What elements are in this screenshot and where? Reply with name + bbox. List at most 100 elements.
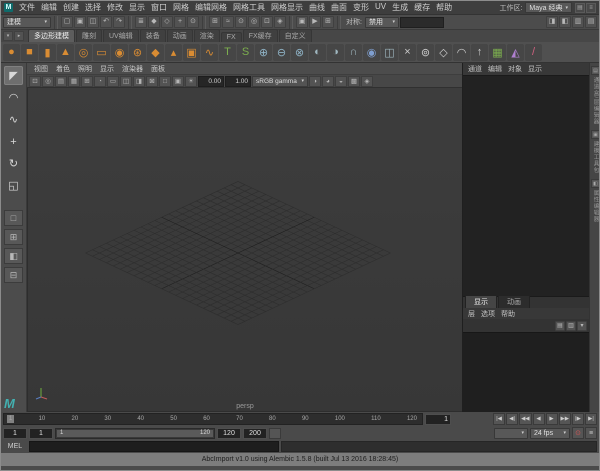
symmetry-selector[interactable]: 禁用 ▾ bbox=[364, 16, 399, 28]
workspace-selector[interactable]: Maya 经典 ▾ bbox=[525, 2, 572, 13]
shelf-separate[interactable]: ⊖ bbox=[273, 43, 290, 61]
current-frame-field[interactable]: 1 bbox=[425, 413, 451, 425]
time-slider[interactable]: 1 10 20 30 40 50 60 70 80 90 100 110 120 bbox=[3, 413, 423, 425]
step-back-frame-button[interactable]: ◀| bbox=[506, 413, 519, 425]
panel-menu-item[interactable]: 照明 bbox=[75, 64, 95, 74]
snap-view-plane-icon[interactable]: ⊡ bbox=[261, 16, 273, 28]
layer-editor-menu-item[interactable]: 层 bbox=[466, 309, 477, 319]
toggle-outliner-icon[interactable]: ▤ bbox=[585, 16, 597, 28]
channel-box-menu-item[interactable]: 通道 bbox=[466, 64, 484, 74]
channel-box-menu-item[interactable]: 编辑 bbox=[486, 64, 504, 74]
shelf-poly-platonic[interactable]: ◆ bbox=[147, 43, 164, 61]
shelf-menu-icon[interactable]: ▾ bbox=[3, 31, 13, 41]
paint-select-tool[interactable]: ∿ bbox=[4, 110, 23, 129]
menu-item[interactable]: 缓存 bbox=[411, 2, 433, 13]
menu-item[interactable]: 修改 bbox=[104, 2, 126, 13]
layer-editor-menu-item[interactable]: 选项 bbox=[479, 309, 497, 319]
menu-item[interactable]: 编辑 bbox=[38, 2, 60, 13]
layer-editor-tab[interactable]: 动画 bbox=[498, 295, 530, 308]
vp-motion-blur-icon[interactable]: ◒ bbox=[335, 75, 347, 87]
shelf-tab[interactable]: 雕刻 bbox=[76, 29, 102, 42]
modeling-toolkit-tab[interactable]: ▣ 建模工具包 bbox=[591, 130, 599, 174]
shelf-tab[interactable]: UV编辑 bbox=[103, 29, 139, 42]
channel-box-tab[interactable]: ▤ 通道盒/层编辑器 bbox=[591, 66, 599, 125]
playback-options-button[interactable] bbox=[269, 427, 281, 439]
layer-list[interactable] bbox=[463, 332, 589, 412]
playback-start-field[interactable]: 1 bbox=[29, 427, 53, 439]
shelf-tab[interactable]: FX bbox=[220, 32, 242, 42]
toggle-channel-box-icon[interactable]: ▥ bbox=[572, 16, 584, 28]
render-settings-icon[interactable]: ⊞ bbox=[322, 16, 334, 28]
view-transform-selector[interactable]: sRGB gamma ▾ bbox=[252, 75, 308, 87]
command-language-label[interactable]: MEL bbox=[3, 443, 27, 450]
vp-resolution-gate-icon[interactable]: ◫ bbox=[120, 75, 132, 87]
menu-set-selector[interactable]: 建模 ▾ bbox=[3, 16, 51, 28]
vp-field-chart-icon[interactable]: ⊠ bbox=[146, 75, 158, 87]
panel-menu-item[interactable]: 显示 bbox=[97, 64, 117, 74]
shelf-bridge[interactable]: ◠ bbox=[453, 43, 470, 61]
workspace-docking-icon[interactable]: ▤ bbox=[575, 2, 585, 13]
vp-bookmark-icon[interactable]: ▤ bbox=[55, 75, 67, 87]
vp-oversampling-icon[interactable]: ◔ bbox=[94, 75, 106, 87]
vp-image-plane-icon[interactable]: ▦ bbox=[68, 75, 80, 87]
shelf-extrude[interactable]: ↑ bbox=[471, 43, 488, 61]
vp-gate-mask-icon[interactable]: ◨ bbox=[133, 75, 145, 87]
shelf-poly-cube[interactable]: ■ bbox=[21, 43, 38, 61]
panel-menu-item[interactable]: 着色 bbox=[53, 64, 73, 74]
layout-persp-outliner-button[interactable]: ◧ bbox=[4, 248, 23, 264]
lasso-select-tool[interactable]: ◠ bbox=[4, 88, 23, 107]
animation-preferences-icon[interactable]: ≡ bbox=[585, 427, 597, 439]
shelf-paint-tool[interactable]: / bbox=[525, 43, 542, 61]
select-mask-points-icon[interactable]: ⊙ bbox=[187, 16, 199, 28]
shelf-boolean-union[interactable]: ◐ bbox=[309, 43, 326, 61]
snap-grid-icon[interactable]: ⊞ bbox=[209, 16, 221, 28]
shelf-poly-pyramid[interactable]: ▴ bbox=[165, 43, 182, 61]
undo-icon[interactable]: ↶ bbox=[100, 16, 112, 28]
panel-menu-item[interactable]: 面板 bbox=[148, 64, 168, 74]
layer-options-icon[interactable]: ▾ bbox=[577, 320, 587, 331]
layout-four-pane-button[interactable]: ⊞ bbox=[4, 229, 23, 245]
vp-film-gate-icon[interactable]: ▭ bbox=[107, 75, 119, 87]
shelf-tab[interactable]: 渲染 bbox=[193, 29, 220, 42]
render-frame-icon[interactable]: ▣ bbox=[296, 16, 308, 28]
open-scene-icon[interactable]: ▣ bbox=[74, 16, 86, 28]
next-key-button[interactable]: ▶▶ bbox=[558, 413, 571, 425]
menu-item[interactable]: 曲线 bbox=[306, 2, 328, 13]
vp-camera-attributes-icon[interactable]: ◎ bbox=[42, 75, 54, 87]
range-slider[interactable]: 1 120 bbox=[55, 427, 215, 439]
shelf-poly-disc[interactable]: ◉ bbox=[111, 43, 128, 61]
snap-point-icon[interactable]: ⊙ bbox=[235, 16, 247, 28]
layout-single-pane-button[interactable]: □ bbox=[4, 210, 23, 226]
shelf-tabs-icon[interactable]: ▸ bbox=[14, 31, 24, 41]
shelf-poly-sphere[interactable]: ● bbox=[3, 43, 20, 61]
workspace-menu-icon[interactable]: ≡ bbox=[586, 2, 596, 13]
shelf-target-weld[interactable]: ⊚ bbox=[417, 43, 434, 61]
vp-lock-camera-icon[interactable]: ⊡ bbox=[29, 75, 41, 87]
layer-new-from-selected-icon[interactable]: ▥ bbox=[566, 320, 576, 331]
select-tool[interactable]: ◤ bbox=[4, 66, 23, 85]
rotate-tool[interactable]: ↻ bbox=[4, 154, 23, 173]
make-live-icon[interactable]: ◈ bbox=[274, 16, 286, 28]
play-forwards-button[interactable]: ▶ bbox=[545, 413, 558, 425]
shelf-sculpt-tool[interactable]: ◭ bbox=[507, 43, 524, 61]
shelf-mirror[interactable]: ◫ bbox=[381, 43, 398, 61]
ipr-render-icon[interactable]: ▶ bbox=[309, 16, 321, 28]
shelf-boolean-difference[interactable]: ◑ bbox=[327, 43, 344, 61]
vp-multisample-icon[interactable]: ▩ bbox=[348, 75, 360, 87]
shelf-smooth[interactable]: ◉ bbox=[363, 43, 380, 61]
go-to-end-button[interactable]: ▶| bbox=[585, 413, 597, 425]
shelf-multi-cut[interactable]: × bbox=[399, 43, 416, 61]
shelf-poly-helix[interactable]: ∿ bbox=[201, 43, 218, 61]
shelf-type-tool[interactable]: T bbox=[219, 43, 236, 61]
vp-2d-pan-zoom-icon[interactable]: ⊞ bbox=[81, 75, 93, 87]
playback-end-field[interactable]: 120 bbox=[217, 427, 241, 439]
panel-menu-item[interactable]: 视图 bbox=[31, 64, 51, 74]
shelf-tab[interactable]: 多边形建模 bbox=[28, 29, 75, 42]
channel-box-content[interactable] bbox=[463, 75, 589, 296]
toggle-attribute-editor-icon[interactable]: ◨ bbox=[546, 16, 558, 28]
shelf-quad-draw[interactable]: ▦ bbox=[489, 43, 506, 61]
select-hierarchy-icon[interactable]: ≣ bbox=[135, 16, 147, 28]
shelf-extract[interactable]: ⊗ bbox=[291, 43, 308, 61]
snap-projected-center-icon[interactable]: ◎ bbox=[248, 16, 260, 28]
range-slider-bar[interactable]: 1 120 bbox=[57, 429, 213, 437]
